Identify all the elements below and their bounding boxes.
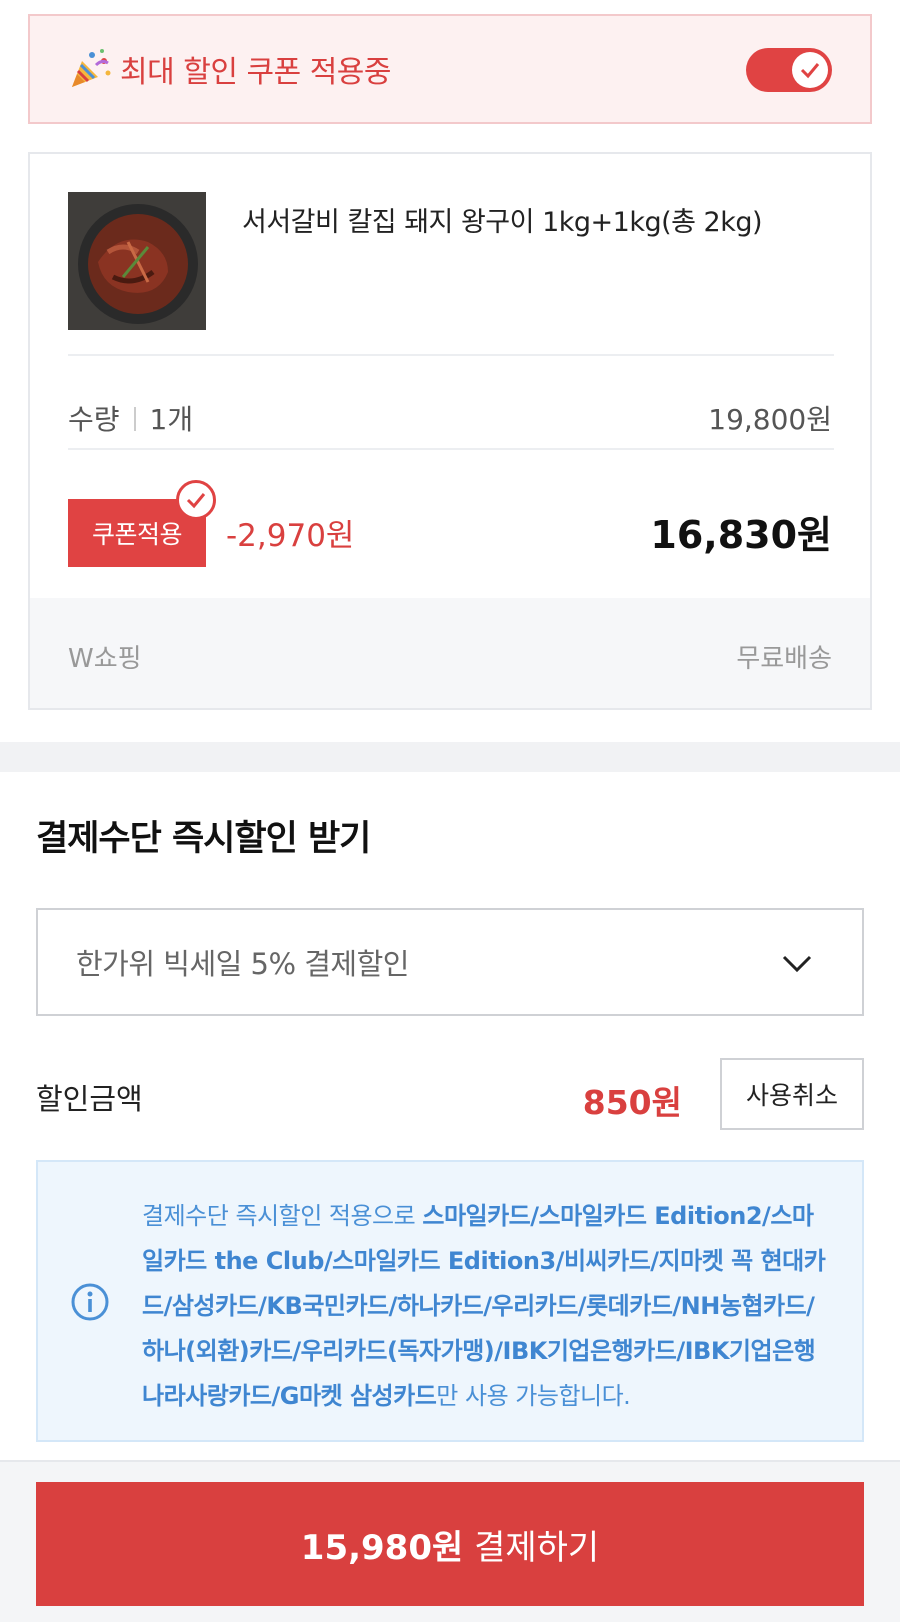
check-icon xyxy=(800,63,820,79)
info-text: 결제수단 즉시할인 적용으로 스마일카드/스마일카드 Edition2/스마일카… xyxy=(142,1194,832,1419)
product-image[interactable] xyxy=(68,192,206,330)
coupon-banner: 최대 할인 쿠폰 적용중 xyxy=(28,14,872,124)
quantity-value: 1개 xyxy=(149,403,194,436)
pay-amount: 15,980원 xyxy=(300,1527,464,1568)
seller-name: W쇼핑 xyxy=(68,644,142,674)
party-popper-icon xyxy=(72,49,111,87)
coupon-check-icon xyxy=(176,480,216,520)
bottom-bar: 15,980원 결제하기 xyxy=(0,1460,900,1622)
shipping-info: 무료배송 xyxy=(736,644,832,674)
product-card: 서서갈비 칼집 돼지 왕구이 1kg+1kg(총 2kg) 수량 1개 19,80… xyxy=(28,152,872,710)
payment-discount-select[interactable]: 한가위 빅세일 5% 결제할인 xyxy=(36,908,864,1016)
info-icon xyxy=(71,1283,109,1321)
pay-label: 결제하기 xyxy=(463,1527,600,1568)
discount-amount-value: 850원 xyxy=(582,1083,682,1122)
quantity-separator xyxy=(133,407,136,431)
info-suffix: 만 사용 가능합니다. xyxy=(436,1382,631,1410)
info-notice: 결제수단 즉시할인 적용으로 스마일카드/스마일카드 Edition2/스마일카… xyxy=(36,1160,864,1442)
selected-discount-option: 한가위 빅세일 5% 결제할인 xyxy=(76,947,409,981)
section-title: 결제수단 즉시할인 받기 xyxy=(36,819,371,859)
chevron-down-icon xyxy=(782,955,812,973)
coupon-discount: -2,970원 xyxy=(226,518,355,554)
cancel-discount-button[interactable]: 사용취소 xyxy=(720,1058,864,1130)
section-divider xyxy=(0,742,900,772)
quantity-row: 수량 1개 xyxy=(68,398,193,438)
divider xyxy=(68,448,834,450)
quantity-label: 수량 xyxy=(68,403,120,436)
coupon-banner-label: 최대 할인 쿠폰 적용중 xyxy=(120,55,392,90)
seller-footer: W쇼핑 무료배송 xyxy=(30,598,870,708)
discount-amount-label: 할인금액 xyxy=(36,1082,143,1116)
product-name[interactable]: 서서갈비 칼집 돼지 왕구이 1kg+1kg(총 2kg) xyxy=(242,200,763,239)
pay-button[interactable]: 15,980원 결제하기 xyxy=(36,1482,864,1606)
info-prefix: 결제수단 즉시할인 적용으로 xyxy=(142,1202,423,1230)
eligible-cards: 스마일카드/스마일카드 Edition2/스마일카드 the Club/스마일카… xyxy=(142,1202,826,1410)
max-coupon-toggle[interactable] xyxy=(746,48,832,92)
original-price: 19,800원 xyxy=(708,403,832,436)
toggle-knob xyxy=(792,52,828,88)
divider xyxy=(68,354,834,356)
final-price: 16,830원 xyxy=(650,513,832,557)
